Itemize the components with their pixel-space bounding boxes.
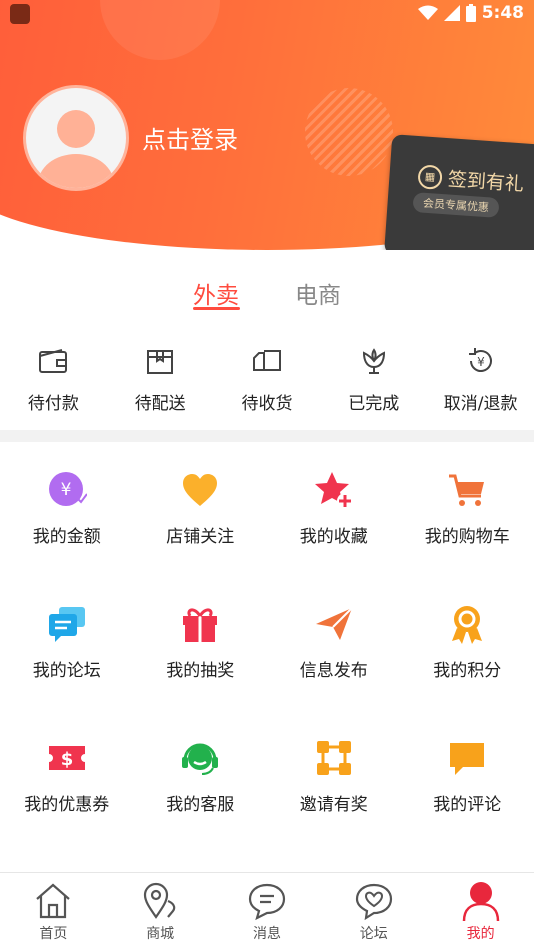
yen-coin-icon: ¥	[47, 470, 87, 510]
grid-item-label: 我的积分	[433, 656, 501, 681]
wallet-icon	[37, 345, 69, 377]
share-nodes-icon	[314, 738, 354, 778]
grid-row: $ 我的优惠券 我的客服 邀请有奖 我的评论	[0, 738, 534, 872]
tabbar-label: 论坛	[360, 923, 388, 943]
cart-icon	[447, 470, 487, 510]
active-tab-indicator	[193, 307, 240, 310]
decorative-striped-circle	[305, 88, 393, 176]
message-icon	[247, 881, 287, 921]
tab-takeaway[interactable]: 外卖	[193, 276, 239, 310]
grid-item-favorites[interactable]: 我的收藏	[267, 470, 401, 604]
status-indicators: 5:48	[418, 3, 524, 23]
box-icon	[144, 345, 176, 377]
grid-item-label: 我的抽奖	[166, 656, 234, 681]
order-label: 待收货	[241, 389, 292, 414]
tabbar-forum[interactable]: 论坛	[320, 873, 427, 949]
grid-item-label: 我的客服	[166, 790, 234, 815]
medal-icon	[447, 604, 487, 644]
signal-icon	[444, 5, 460, 21]
order-status-row: 待付款 待配送 待收货 已完成 ¥ 取消/退款	[0, 345, 534, 425]
grid-row: 我的论坛 我的抽奖 信息发布 我的积分	[0, 604, 534, 738]
grid-item-label: 信息发布	[300, 656, 368, 681]
order-refund[interactable]: ¥ 取消/退款	[427, 345, 534, 425]
grid-row: ¥ 我的金额 店铺关注 我的收藏 我的购物车	[0, 470, 534, 604]
wifi-icon	[418, 5, 438, 21]
grid-item-comments[interactable]: 我的评论	[401, 738, 534, 872]
section-divider	[0, 430, 534, 442]
order-pending-delivery[interactable]: 待配送	[107, 345, 214, 425]
grid-item-label: 我的金额	[33, 522, 101, 547]
order-pending-payment[interactable]: 待付款	[0, 345, 107, 425]
grid-item-shop-follow[interactable]: 店铺关注	[134, 470, 268, 604]
order-label: 待配送	[135, 389, 186, 414]
grid-item-points[interactable]: 我的积分	[401, 604, 534, 738]
svg-text:¥: ¥	[60, 480, 71, 500]
grid-item-label: 我的收藏	[300, 522, 368, 547]
grid-item-lottery[interactable]: 我的抽奖	[134, 604, 268, 738]
grid-item-label: 店铺关注	[166, 522, 234, 547]
order-label: 待付款	[28, 389, 79, 414]
refund-icon: ¥	[465, 345, 497, 377]
feature-grid: ¥ 我的金额 店铺关注 我的收藏 我的购物车 我的论坛 我的抽奖 信息发布	[0, 470, 534, 872]
grid-item-publish[interactable]: 信息发布	[267, 604, 401, 738]
home-icon	[33, 881, 73, 921]
gift-icon	[180, 604, 220, 644]
avatar-body	[38, 154, 114, 191]
tabbar-messages[interactable]: 消息	[214, 873, 321, 949]
coupon-icon: $	[47, 738, 87, 778]
forum-heart-icon	[354, 881, 394, 921]
flower-icon	[358, 345, 390, 377]
grid-item-label: 邀请有奖	[300, 790, 368, 815]
profile-icon	[461, 881, 501, 921]
svg-text:¥: ¥	[477, 355, 485, 369]
tabbar-label: 我的	[467, 923, 495, 943]
order-pending-receipt[interactable]: 待收货	[214, 345, 321, 425]
grid-item-label: 我的购物车	[425, 522, 510, 547]
status-bar: 5:48	[0, 0, 534, 28]
star-plus-icon	[314, 470, 354, 510]
tabbar-label: 首页	[39, 923, 67, 943]
tabbar-home[interactable]: 首页	[0, 873, 107, 949]
comment-icon	[447, 738, 487, 778]
order-completed[interactable]: 已完成	[320, 345, 427, 425]
svg-text:$: $	[60, 749, 73, 770]
category-tabs: 外卖 电商	[0, 272, 534, 312]
battery-icon	[466, 4, 476, 22]
grid-item-balance[interactable]: ¥ 我的金额	[0, 470, 134, 604]
grid-item-cart[interactable]: 我的购物车	[401, 470, 534, 604]
order-label: 已完成	[348, 389, 399, 414]
heart-icon	[180, 470, 220, 510]
bottom-tab-bar: 首页 商城 消息 论坛 我的	[0, 872, 534, 949]
login-link[interactable]: 点击登录	[142, 120, 238, 155]
tabbar-label: 商城	[146, 923, 174, 943]
checkin-title-text: 签到有礼	[447, 164, 525, 196]
tabbar-mall[interactable]: 商城	[107, 873, 214, 949]
map-pin-icon	[140, 881, 180, 921]
order-label: 取消/退款	[444, 389, 518, 414]
app-notification-icon	[10, 4, 30, 24]
tab-ecommerce[interactable]: 电商	[295, 276, 341, 310]
gift-box-icon: ▦	[417, 164, 443, 190]
status-time: 5:48	[482, 3, 524, 23]
grid-item-forum[interactable]: 我的论坛	[0, 604, 134, 738]
grid-item-label: 我的论坛	[33, 656, 101, 681]
avatar-head	[57, 110, 95, 148]
grid-item-customer-service[interactable]: 我的客服	[134, 738, 268, 872]
paper-plane-icon	[314, 604, 354, 644]
avatar[interactable]	[23, 85, 129, 191]
chat-bubbles-icon	[47, 604, 87, 644]
grid-item-invite[interactable]: 邀请有奖	[267, 738, 401, 872]
truck-icon	[251, 345, 283, 377]
grid-item-coupons[interactable]: $ 我的优惠券	[0, 738, 134, 872]
grid-item-label: 我的评论	[433, 790, 501, 815]
tabbar-label: 消息	[253, 923, 281, 943]
headset-icon	[180, 738, 220, 778]
tabbar-mine[interactable]: 我的	[427, 873, 534, 949]
profile-header: 5:48 点击登录 ▦ 签到有礼 会员专属优惠	[0, 0, 534, 250]
grid-item-label: 我的优惠券	[24, 790, 109, 815]
